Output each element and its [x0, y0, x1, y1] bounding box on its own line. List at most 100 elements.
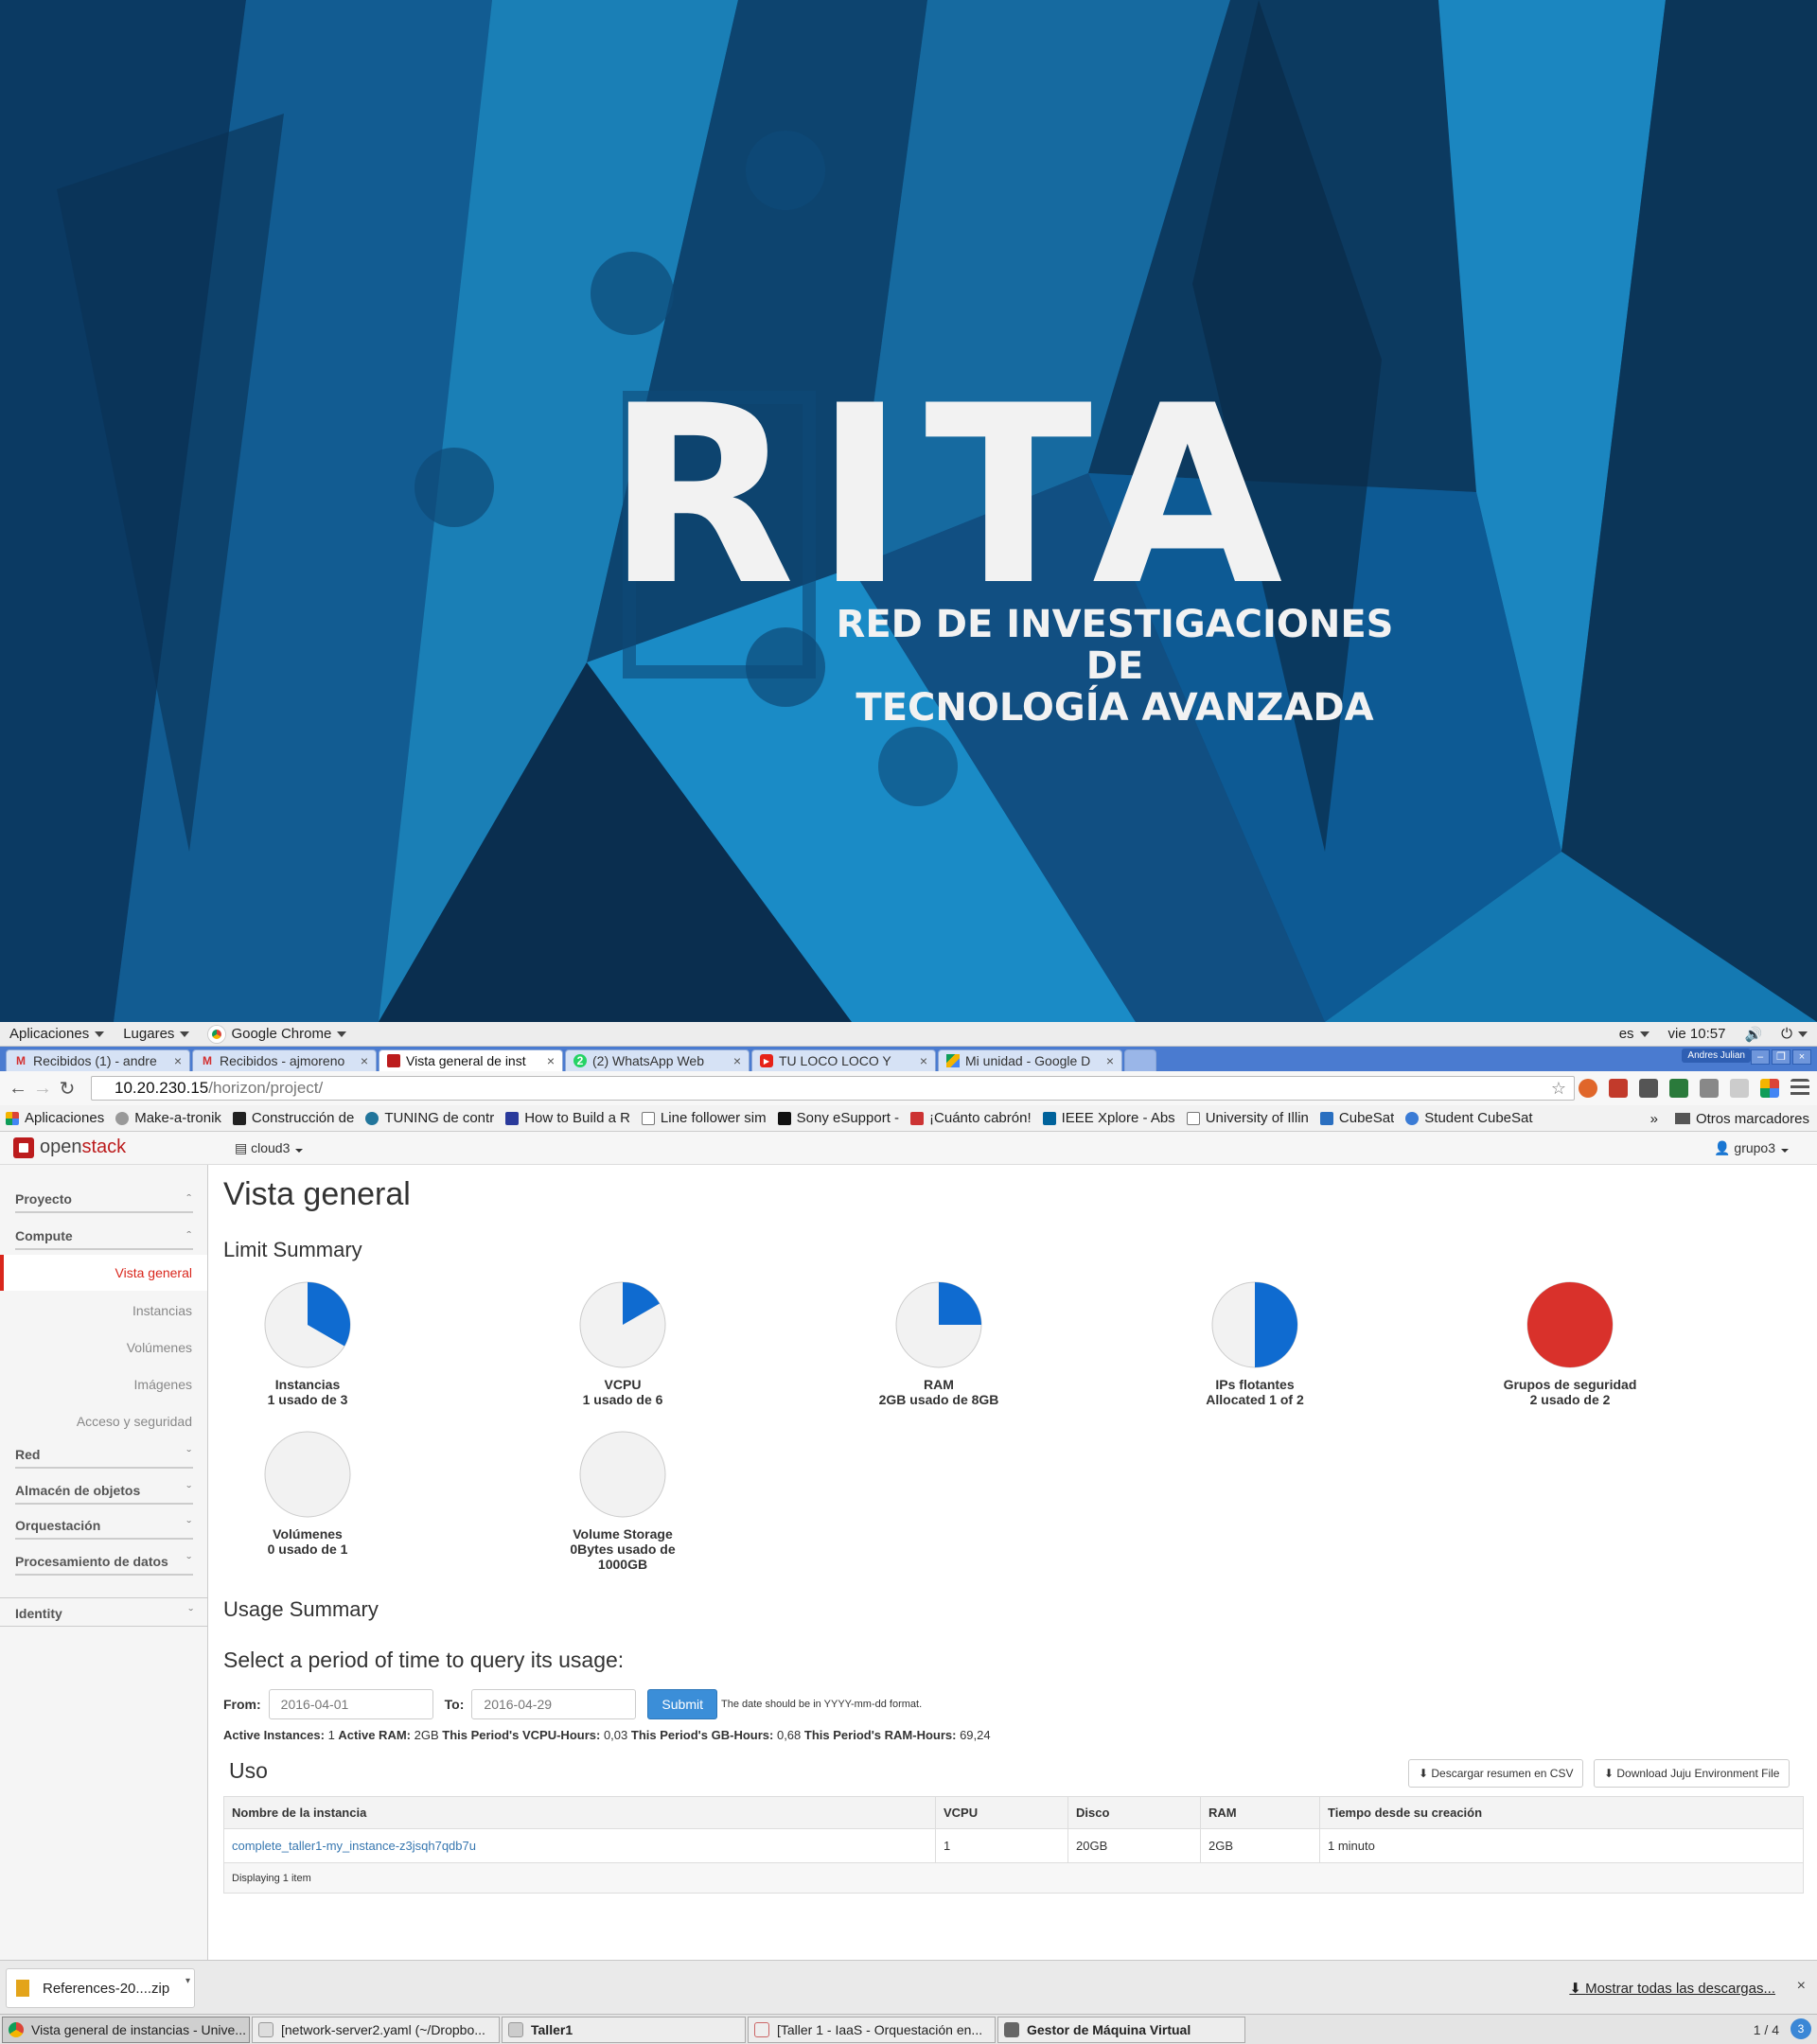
submit-button[interactable]: Submit	[647, 1689, 717, 1719]
extension-icon[interactable]	[1609, 1079, 1628, 1098]
column-header[interactable]: VCPU	[935, 1796, 1068, 1829]
column-header[interactable]: Tiempo desde su creación	[1319, 1796, 1804, 1829]
ram-hours-value: 69,24	[960, 1728, 991, 1742]
window-close-icon[interactable]: ×	[1792, 1049, 1811, 1065]
download-filename: References-20....zip	[43, 1980, 170, 1997]
sidebar-section-compute[interactable]: Compute ˆ	[15, 1228, 193, 1250]
tab-gmail-1[interactable]: M Recibidos (1) - andre ×	[6, 1049, 190, 1071]
window-controls: – ❐ ×	[1751, 1049, 1811, 1065]
active-instances-value: 1	[327, 1728, 335, 1742]
to-date-input[interactable]: 2016-04-29	[471, 1689, 637, 1719]
sidebar-section-proyecto[interactable]: Proyecto ˆ	[15, 1191, 193, 1213]
taskbar-item[interactable]: Taller1	[502, 2016, 746, 2043]
bookmark-item[interactable]: Line follower sim	[641, 1110, 767, 1126]
download-csv-button[interactable]: ⬇ Descargar resumen en CSV	[1408, 1759, 1584, 1788]
column-header[interactable]: Nombre de la instancia	[223, 1796, 936, 1829]
ram-hours-label: This Period's RAM-Hours:	[803, 1728, 957, 1742]
extension-icon[interactable]	[1730, 1079, 1749, 1098]
extension-icon[interactable]	[1669, 1079, 1688, 1098]
bookmark-item[interactable]: CubeSat	[1319, 1110, 1394, 1126]
taskbar-item[interactable]: Gestor de Máquina Virtual	[997, 2016, 1245, 2043]
sidebar-section-procesamiento[interactable]: Procesamiento de datos ˇ	[15, 1554, 193, 1576]
from-date-input[interactable]: 2016-04-01	[268, 1689, 433, 1719]
volume-icon[interactable]: 🔊	[1735, 1022, 1772, 1047]
bookmark-item[interactable]: Student CubeSat	[1405, 1110, 1533, 1126]
bookmark-star-icon[interactable]: ☆	[1551, 1077, 1566, 1100]
tab-gmail-2[interactable]: M Recibidos - ajmoreno ×	[192, 1049, 377, 1071]
taskbar-label: Gestor de Máquina Virtual	[1027, 2021, 1191, 2037]
openstack-header: open stack ▤ cloud3 👤 grupo3	[0, 1132, 1817, 1165]
reload-icon[interactable]: ↻	[55, 1077, 79, 1101]
tab-drive[interactable]: Mi unidad - Google D ×	[938, 1049, 1122, 1071]
column-header[interactable]: RAM	[1200, 1796, 1320, 1829]
taskbar-item[interactable]: [network-server2.yaml (~/Dropbo...	[252, 2016, 500, 2043]
pocket-icon[interactable]	[1639, 1079, 1658, 1098]
sidebar-item-vista-general[interactable]: Vista general	[0, 1255, 207, 1291]
taskbar-item[interactable]: [Taller 1 - IaaS - Orquestación en...	[748, 2016, 996, 2043]
extension-icons	[1579, 1079, 1809, 1098]
close-icon[interactable]: ×	[547, 1053, 555, 1068]
bookmark-item[interactable]: Construcción de	[232, 1110, 354, 1126]
language-selector[interactable]: es	[1610, 1022, 1659, 1047]
menu-icon[interactable]	[1791, 1079, 1809, 1098]
new-tab-button[interactable]	[1124, 1049, 1156, 1071]
bookmark-item[interactable]: University of Illin	[1186, 1110, 1309, 1126]
power-icon[interactable]: ⏻	[1772, 1022, 1817, 1047]
extension-icon[interactable]	[1579, 1079, 1597, 1098]
close-icon[interactable]: ×	[174, 1053, 182, 1068]
sidebar-section-red[interactable]: Red ˇ	[15, 1447, 193, 1469]
bookmark-item[interactable]: Make-a-tronik	[115, 1110, 221, 1126]
minimize-icon[interactable]: –	[1751, 1049, 1770, 1065]
close-icon[interactable]: ×	[1106, 1053, 1114, 1068]
address-bar[interactable]: 10.20.230.15/horizon/project/ ☆	[91, 1076, 1575, 1101]
instance-name-link[interactable]: complete_taller1-my_instance-z3jsqh7qdb7…	[223, 1828, 936, 1863]
tab-youtube[interactable]: ▶ TU LOCO LOCO Y ×	[751, 1049, 936, 1071]
column-header[interactable]: Disco	[1067, 1796, 1201, 1829]
clock[interactable]: vie 10:57	[1659, 1022, 1736, 1047]
bookmark-item[interactable]: ¡Cuánto cabrón!	[910, 1110, 1032, 1126]
youtube-icon: ▶	[760, 1054, 773, 1067]
close-icon[interactable]: ×	[733, 1053, 741, 1068]
forward-icon[interactable]: →	[30, 1078, 55, 1100]
sidebar-section-almacen[interactable]: Almacén de objetos ˇ	[15, 1483, 193, 1505]
workspace-pager[interactable]: 1 / 4	[1754, 2022, 1779, 2037]
taskbar-item[interactable]: Vista general de instancias - Unive...	[2, 2016, 250, 2043]
other-bookmarks[interactable]: » Otros marcadores	[1640, 1105, 1809, 1131]
tab-whatsapp[interactable]: 2 (2) WhatsApp Web ×	[565, 1049, 750, 1071]
download-item[interactable]: References-20....zip	[6, 1968, 195, 2008]
places-menu[interactable]: Lugares	[114, 1022, 199, 1047]
sidebar-item-volumenes[interactable]: Volúmenes	[127, 1340, 192, 1355]
wordpress-icon	[365, 1111, 379, 1125]
sidebar-item-imagenes[interactable]: Imágenes	[134, 1377, 192, 1392]
active-app-menu[interactable]: Google Chrome	[199, 1022, 356, 1047]
table-header-row: Nombre de la instancia VCPU Disco RAM Ti…	[223, 1796, 1804, 1829]
maximize-icon[interactable]: ❐	[1772, 1049, 1791, 1065]
back-icon[interactable]: ←	[6, 1078, 30, 1100]
bookmark-item[interactable]: Sony eSupport -	[777, 1110, 899, 1126]
download-icon: ⬇	[1604, 1767, 1617, 1780]
sidebar-section-identity[interactable]: Identity ˇ	[0, 1597, 208, 1627]
extension-icon[interactable]	[1760, 1079, 1779, 1098]
close-icon[interactable]: ×	[361, 1053, 368, 1068]
chrome-profile-badge[interactable]: Andres Julian	[1682, 1048, 1751, 1063]
openstack-logo[interactable]: open stack	[13, 1137, 126, 1158]
close-icon[interactable]: ×	[1797, 1978, 1806, 1995]
bookmark-item[interactable]: Aplicaciones	[6, 1110, 104, 1126]
bookmark-item[interactable]: How to Build a R	[505, 1110, 630, 1126]
user-menu[interactable]: 👤 grupo3	[1714, 1140, 1789, 1156]
overflow-chevron-icon[interactable]: »	[1650, 1111, 1658, 1127]
applications-menu[interactable]: Aplicaciones	[0, 1022, 114, 1047]
close-icon[interactable]: ×	[920, 1053, 927, 1068]
download-juju-button[interactable]: ⬇ Download Juju Environment File	[1594, 1759, 1791, 1788]
sidebar-section-orquestacion[interactable]: Orquestación ˇ	[15, 1518, 193, 1540]
bookmark-item[interactable]: TUNING de contr	[365, 1110, 494, 1126]
extension-icon[interactable]	[1700, 1079, 1719, 1098]
sidebar-item-acceso-seguridad[interactable]: Acceso y seguridad	[77, 1414, 192, 1429]
show-all-downloads-link[interactable]: ⬇ Mostrar todas las descargas...	[1569, 1980, 1775, 1997]
project-selector[interactable]: ▤ cloud3	[235, 1140, 304, 1156]
notification-badge[interactable]: 3	[1791, 2018, 1811, 2039]
tab-openstack[interactable]: Vista general de inst ×	[379, 1049, 563, 1071]
bookmark-item[interactable]: IEEE Xplore - Abs	[1042, 1110, 1175, 1126]
sidebar-item-instancias[interactable]: Instancias	[132, 1303, 192, 1318]
download-options-chevron-icon[interactable]: ▾	[185, 1976, 190, 1986]
